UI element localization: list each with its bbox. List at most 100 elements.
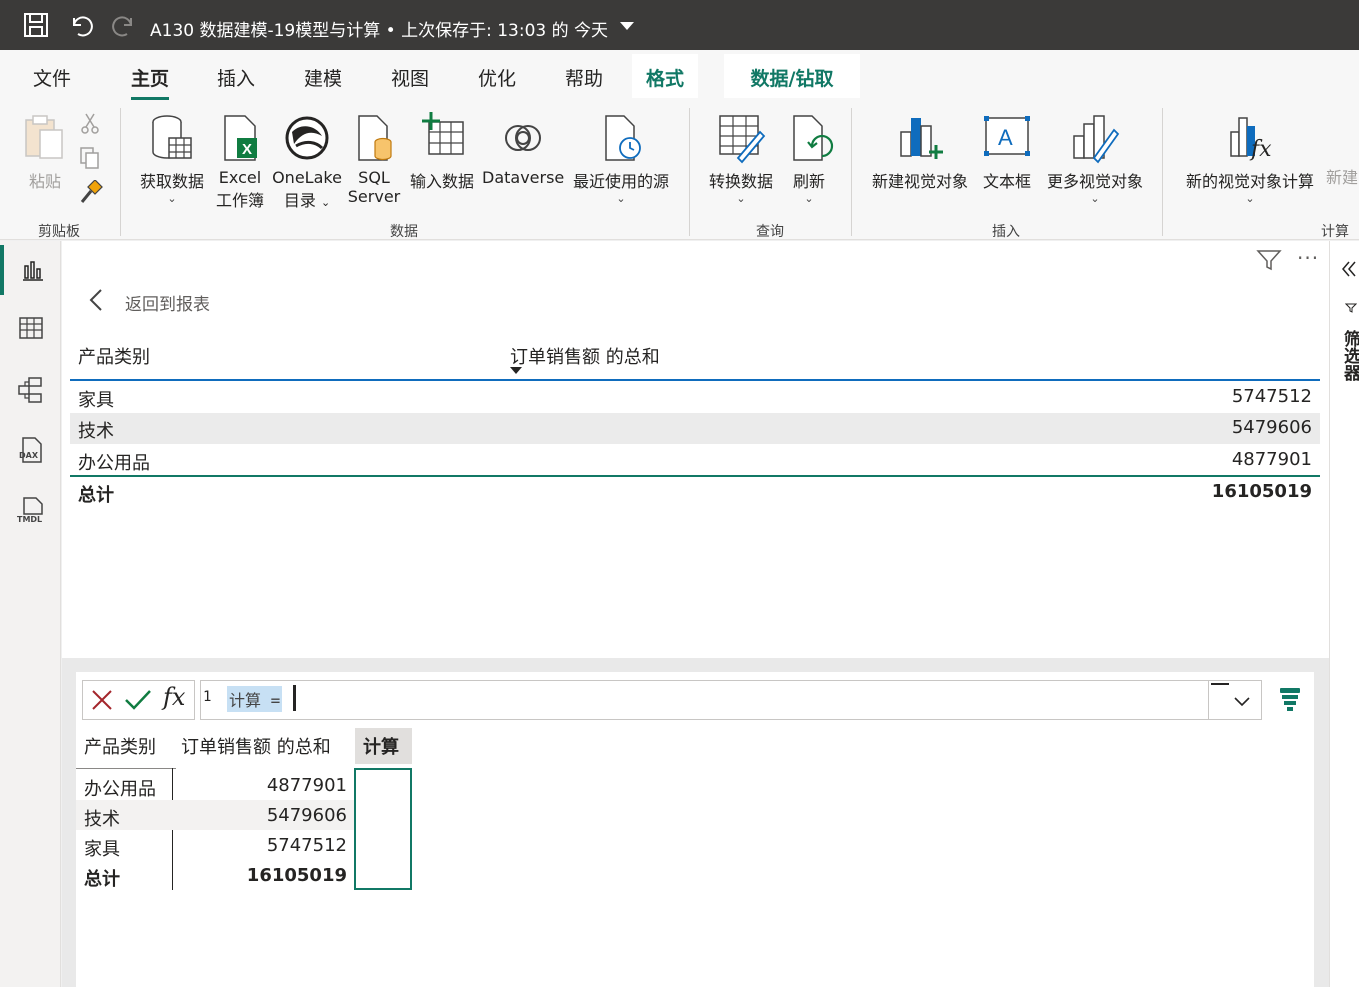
svg-text:A: A — [998, 125, 1013, 150]
text-cursor — [293, 685, 296, 711]
chevron-down-icon: ⌄ — [804, 192, 814, 205]
enter-data-button[interactable]: 输入数据 — [404, 112, 480, 192]
model-view-icon — [17, 377, 42, 403]
minimap-indicator — [1211, 683, 1229, 685]
chevron-down-icon: ⌄ — [736, 192, 746, 205]
tab-insert[interactable]: 插入 — [217, 64, 255, 91]
grid-header-sales-sum[interactable]: 订单销售额 的总和 — [181, 733, 331, 759]
cell-category: 家具 — [78, 390, 114, 411]
commit-icon[interactable] — [123, 687, 153, 713]
cancel-icon[interactable] — [89, 687, 115, 713]
sql-label-1: SQL — [358, 168, 390, 187]
more-options-icon[interactable]: ··· — [1297, 246, 1319, 270]
formula-expand-button[interactable] — [1208, 680, 1262, 720]
copy-icon[interactable] — [78, 146, 102, 170]
new-measure-button[interactable]: 新建 — [1326, 164, 1359, 188]
cut-icon[interactable] — [78, 112, 102, 136]
new-visual-button[interactable]: 新建视觉对象 — [864, 112, 976, 192]
paste-button[interactable]: 粘贴 — [20, 112, 70, 192]
text-box-icon: A — [982, 112, 1032, 164]
tab-optimize[interactable]: 优化 — [478, 64, 516, 91]
undo-icon[interactable] — [68, 12, 94, 38]
filter-icon[interactable] — [1256, 248, 1282, 272]
header-divider — [70, 379, 1320, 381]
title-dropdown-caret[interactable] — [620, 22, 634, 30]
save-icon[interactable] — [23, 12, 49, 38]
tab-file[interactable]: 文件 — [33, 64, 71, 91]
more-visuals-button[interactable]: 更多视觉对象 ⌄ — [1040, 112, 1150, 206]
tab-help[interactable]: 帮助 — [565, 64, 603, 91]
column-header-category[interactable]: 产品类别 — [78, 343, 150, 369]
grid-cell-category[interactable]: 家具 — [84, 835, 120, 861]
text-box-button[interactable]: A 文本框 — [978, 112, 1036, 192]
transform-data-button[interactable]: 转换数据 ⌄ — [702, 112, 780, 206]
grid-header-calculation[interactable]: 计算 — [355, 728, 412, 764]
onelake-icon — [282, 112, 332, 164]
dataverse-label: Dataverse — [482, 168, 565, 187]
ribbon-separator — [851, 108, 852, 236]
onelake-catalog-button[interactable]: OneLake 目录 ⌄ — [270, 112, 344, 211]
cell-value: 5479606 — [1231, 417, 1312, 438]
grid-cell-value[interactable]: 5747512 — [180, 835, 347, 856]
dax-query-icon: DAX — [19, 437, 42, 463]
table-row[interactable]: 办公用品 4877901 — [70, 445, 1320, 476]
total-row: 总计 16105019 — [70, 477, 1320, 508]
grid-line — [76, 768, 176, 769]
table-row[interactable]: 技术 5479606 — [70, 413, 1320, 444]
grid-cell-value[interactable]: 4877901 — [180, 775, 347, 796]
table-view-button[interactable] — [0, 303, 61, 353]
grid-header-category[interactable]: 产品类别 — [84, 733, 156, 759]
total-value: 16105019 — [1211, 481, 1312, 502]
redo-icon[interactable] — [111, 12, 137, 38]
formula-input[interactable]: 1 计算 = — [200, 680, 1210, 720]
transform-data-icon — [716, 112, 766, 164]
tab-view[interactable]: 视图 — [391, 64, 429, 91]
table-view-icon — [18, 317, 43, 339]
excel-workbook-button[interactable]: X Excel 工作簿 — [212, 112, 268, 211]
more-visuals-icon — [1070, 112, 1120, 164]
dataverse-button[interactable]: Dataverse — [482, 112, 564, 187]
fx-icon[interactable]: fx — [163, 683, 185, 711]
transform-data-label: 转换数据 — [708, 172, 773, 191]
refresh-icon — [786, 112, 836, 164]
model-view-button[interactable] — [0, 363, 61, 413]
grid-total-value: 16105019 — [246, 865, 347, 886]
sql-server-icon — [349, 112, 399, 164]
chevron-down-icon: ⌄ — [1245, 192, 1255, 205]
back-to-report-link[interactable]: 返回到报表 — [125, 290, 210, 315]
filter-small-icon — [1345, 302, 1357, 314]
grid-cell-category[interactable]: 办公用品 — [84, 775, 156, 801]
expand-pane-icon[interactable] — [1339, 256, 1357, 282]
sql-server-button[interactable]: SQL Server — [346, 112, 402, 206]
visual-calculation-icon: fx — [1225, 112, 1275, 164]
tab-home[interactable]: 主页 — [131, 64, 170, 100]
grid-cell-category[interactable]: 技术 — [84, 805, 120, 831]
text-box-label: 文本框 — [982, 172, 1031, 191]
grid-cell-value[interactable]: 5479606 — [180, 805, 347, 826]
get-data-button[interactable]: 获取数据 ⌄ — [134, 112, 210, 206]
format-pane-icon[interactable] — [1278, 686, 1302, 712]
tab-format[interactable]: 格式 — [632, 54, 699, 98]
sort-descending-icon[interactable] — [510, 367, 522, 374]
new-visual-calculation-button[interactable]: fx 新的视觉对象计算 ⌄ — [1176, 112, 1324, 206]
onelake-label-2: 目录 — [283, 191, 316, 210]
tab-data-drill[interactable]: 数据/钻取 — [724, 54, 860, 98]
cell-value: 4877901 — [1231, 449, 1312, 470]
cell-category: 技术 — [78, 421, 114, 442]
filters-label[interactable]: 筛选器 — [1338, 330, 1359, 381]
tab-modeling[interactable]: 建模 — [304, 64, 342, 91]
recent-sources-button[interactable]: 最近使用的源 ⌄ — [566, 112, 676, 206]
recent-sources-icon — [596, 112, 646, 164]
column-header-sales-sum[interactable]: 订单销售额 的总和 — [510, 343, 660, 369]
group-insert-label: 插入 — [992, 224, 1020, 240]
back-arrow-icon[interactable] — [86, 286, 106, 314]
dax-query-view-button[interactable]: DAX — [0, 423, 61, 473]
get-data-label: 获取数据 — [139, 172, 204, 191]
tmdl-view-button[interactable]: TMDL — [0, 483, 61, 533]
format-painter-icon[interactable] — [78, 180, 104, 206]
report-view-button[interactable] — [0, 245, 61, 295]
excel-icon: X — [215, 112, 265, 164]
refresh-button[interactable]: 刷新 ⌄ — [786, 112, 834, 206]
table-row[interactable]: 家具 5747512 — [70, 382, 1320, 413]
calculation-column-selection[interactable] — [354, 768, 412, 890]
